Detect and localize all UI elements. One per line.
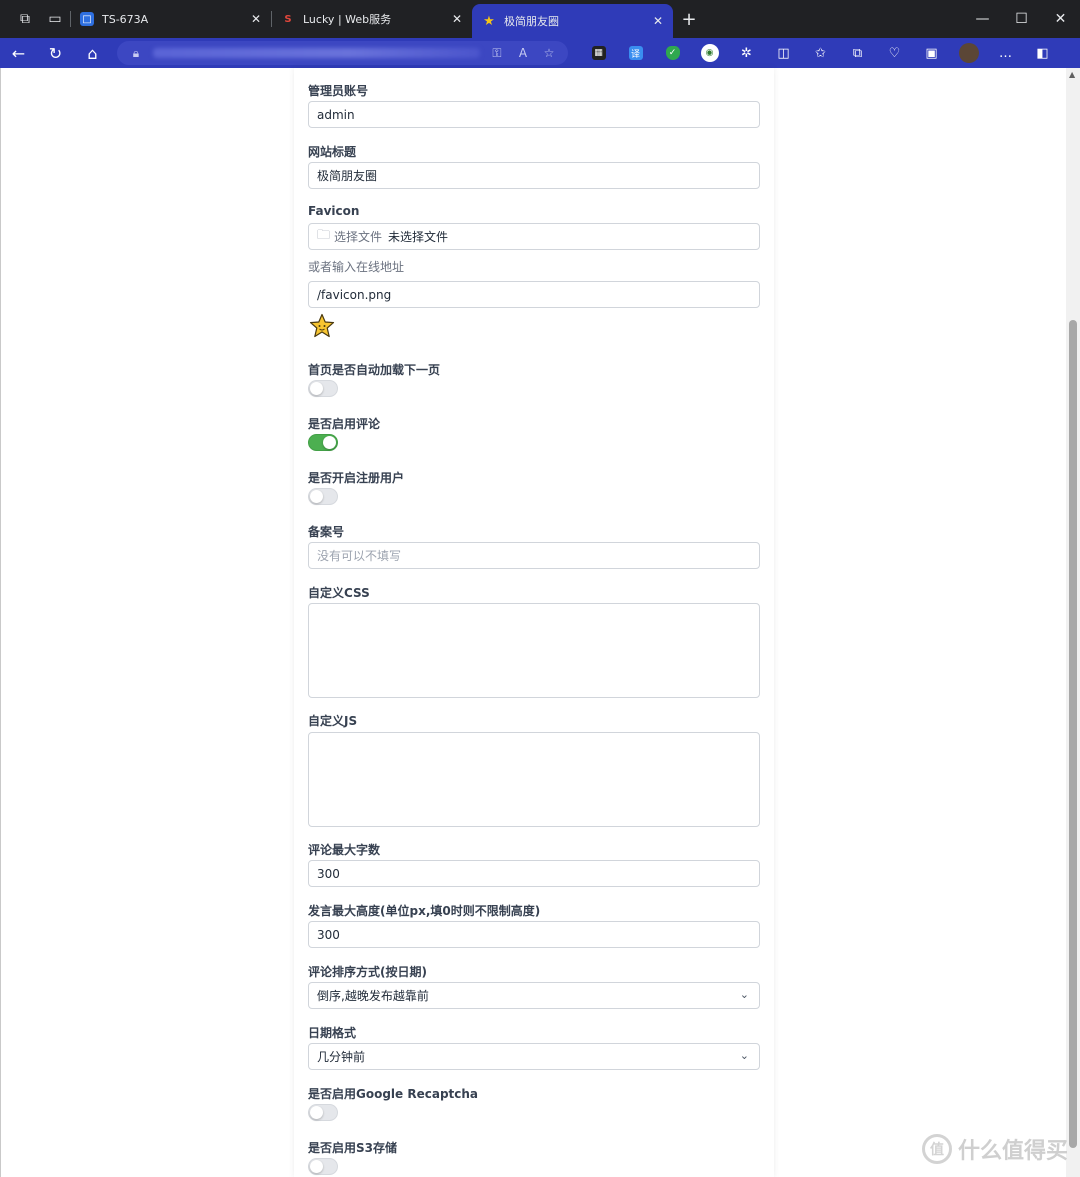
key-icon[interactable]: ⚿	[488, 46, 506, 61]
collections-icon[interactable]: ⧉	[839, 38, 876, 68]
address-bar[interactable]: 🔒︎ ⚿ A ☆	[117, 41, 568, 65]
comment-sort-select[interactable]: 倒序,越晚发布越靠前 ⌄	[308, 982, 760, 1009]
extensions-row: ▦ 译 ✓ ◉ ✲ ◫ ✩ ⧉ ♡ ▣ … ◧	[580, 38, 1061, 68]
recaptcha-toggle[interactable]	[308, 1104, 338, 1121]
comment-sort-label: 评论排序方式(按日期)	[308, 965, 427, 979]
recaptcha-label: 是否启用Google Recaptcha	[308, 1087, 479, 1101]
toggle-knob	[310, 382, 323, 395]
screenshot-icon[interactable]: ▣	[913, 38, 950, 68]
date-format-value: 几分钟前	[317, 1050, 366, 1064]
close-tab-icon[interactable]: ✕	[251, 12, 261, 26]
tabbar-left: ⧉ ▭	[0, 0, 70, 38]
tab-title: TS-673A	[102, 12, 149, 26]
custom-css-label: 自定义CSS	[308, 586, 370, 600]
split-screen-icon[interactable]: ◫	[765, 38, 802, 68]
date-format-label: 日期格式	[308, 1026, 357, 1040]
enable-register-label: 是否开启注册用户	[308, 471, 405, 485]
minimize-icon[interactable]: —	[963, 0, 1002, 38]
browser-toolbar: ← ↻ ⌂ 🔒︎ ⚿ A ☆ ▦ 译 ✓ ◉ ✲ ◫ ✩ ⧉ ♡ ▣ … ◧	[0, 38, 1080, 68]
comment-max-len-input[interactable]: 300	[308, 860, 760, 887]
custom-css-textarea[interactable]	[308, 603, 760, 698]
tab-lucky[interactable]: S Lucky | Web服务 ✕	[271, 0, 472, 38]
avatar-extension-icon[interactable]: ◉	[691, 38, 728, 68]
favorites-icon[interactable]: ✩	[802, 38, 839, 68]
smzdm-watermark: 值 什么值得买	[921, 1133, 1068, 1165]
health-icon[interactable]: ♡	[876, 38, 913, 68]
watermark-text: 什么值得买	[957, 1139, 1068, 1164]
post-max-height-label: 发言最大高度(单位px,填0时则不限制高度)	[308, 904, 541, 918]
s3-storage-toggle[interactable]	[308, 1158, 338, 1175]
back-icon[interactable]: ←	[0, 38, 37, 68]
auto-load-toggle[interactable]	[308, 380, 338, 397]
shield-extension-icon[interactable]: ✓	[654, 38, 691, 68]
read-aloud-icon[interactable]: A	[514, 46, 532, 60]
close-tab-icon[interactable]: ✕	[452, 12, 462, 26]
enable-comments-toggle[interactable]	[308, 434, 338, 451]
lock-icon[interactable]: 🔒︎	[127, 46, 145, 61]
window-controls: — ☐ ✕	[963, 0, 1080, 38]
favicon-label: Favicon	[308, 204, 360, 218]
site-title-label: 网站标题	[308, 145, 357, 159]
favorite-star-icon[interactable]: ☆	[540, 46, 558, 60]
chevron-down-icon: ⌄	[739, 1049, 749, 1062]
chevron-down-icon: ⌄	[739, 988, 749, 1001]
post-max-height-input[interactable]: 300	[308, 921, 760, 948]
close-tab-icon[interactable]: ✕	[653, 14, 663, 28]
star-icon: ★	[483, 13, 495, 29]
toggle-knob	[310, 1160, 323, 1173]
sidebar-toggle-icon[interactable]: ◧	[1024, 38, 1061, 68]
page-scrollbar[interactable]: ▲	[1066, 68, 1080, 1177]
tab-title: Lucky | Web服务	[303, 13, 392, 26]
s3-storage-label: 是否启用S3存储	[308, 1141, 397, 1155]
home-icon[interactable]: ⌂	[74, 38, 111, 68]
lucky-icon: S	[284, 13, 292, 25]
blurred-url	[153, 48, 480, 58]
favicon-file-input[interactable]: 🗀 选择文件 未选择文件	[308, 223, 760, 250]
comment-sort-value: 倒序,越晚发布越靠前	[317, 989, 429, 1003]
more-menu-icon[interactable]: …	[987, 38, 1024, 68]
scroll-up-icon[interactable]: ▲	[1069, 70, 1075, 79]
auto-load-label: 首页是否自动加载下一页	[308, 363, 441, 377]
browser-tabbar: ⧉ ▭ □ TS-673A ✕ S Lucky | Web服务 ✕ ★ 极简朋友…	[0, 0, 1080, 38]
new-tab-button[interactable]: +	[673, 0, 705, 38]
toggle-knob	[310, 1106, 323, 1119]
tab-jijian[interactable]: ★ 极简朋友圈 ✕	[472, 4, 673, 38]
enable-register-toggle[interactable]	[308, 488, 338, 505]
extensions-icon[interactable]: ✲	[728, 38, 765, 68]
choose-file-button[interactable]: 选择文件	[334, 228, 382, 245]
tab-title: 极简朋友圈	[504, 15, 559, 28]
qnap-icon: □	[80, 12, 94, 26]
favicon-url-input[interactable]: /favicon.png	[308, 281, 760, 308]
translate-extension-icon[interactable]: 译	[617, 38, 654, 68]
toggle-knob	[323, 436, 336, 449]
site-title-input[interactable]: 极简朋友圈	[308, 162, 760, 189]
scroll-thumb[interactable]	[1069, 320, 1077, 1148]
icp-label: 备案号	[308, 525, 345, 539]
custom-js-label: 自定义JS	[308, 714, 358, 728]
date-format-select[interactable]: 几分钟前 ⌄	[308, 1043, 760, 1070]
tab-actions-icon[interactable]: ▭	[40, 0, 70, 38]
admin-account-input[interactable]: admin	[308, 101, 760, 128]
comment-max-len-label: 评论最大字数	[308, 843, 381, 857]
close-window-icon[interactable]: ✕	[1041, 0, 1080, 38]
enable-comments-label: 是否启用评论	[308, 417, 381, 431]
maximize-icon[interactable]: ☐	[1002, 0, 1041, 38]
qr-extension-icon[interactable]: ▦	[580, 38, 617, 68]
profile-avatar[interactable]	[950, 38, 987, 68]
admin-account-label: 管理员账号	[308, 84, 369, 98]
no-file-text: 未选择文件	[388, 230, 449, 244]
favicon-star-icon	[309, 313, 335, 338]
tab-ts673a[interactable]: □ TS-673A ✕	[70, 0, 271, 38]
icp-input[interactable]: 没有可以不填写	[308, 542, 760, 569]
custom-js-textarea[interactable]	[308, 732, 760, 827]
refresh-icon[interactable]: ↻	[37, 38, 74, 68]
online-url-hint: 或者输入在线地址	[308, 260, 405, 274]
workspaces-icon[interactable]: ⧉	[10, 0, 40, 38]
folder-icon: 🗀	[317, 227, 331, 243]
watermark-badge: 值	[921, 1134, 952, 1164]
toggle-knob	[310, 490, 323, 503]
